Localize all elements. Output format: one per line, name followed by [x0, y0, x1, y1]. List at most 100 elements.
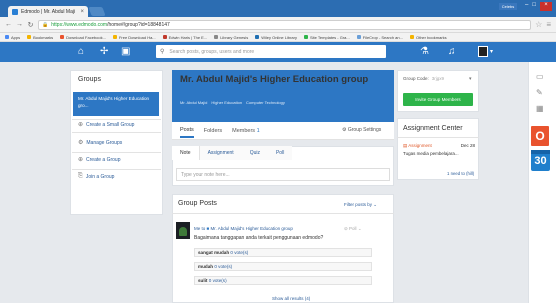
notifications-bell-icon[interactable]: ♫	[448, 46, 456, 57]
chevron-down-icon[interactable]: ▾	[490, 48, 493, 55]
apps-icon	[5, 35, 9, 39]
search-placeholder: Search posts, groups, users and more	[169, 48, 255, 55]
post-group-link[interactable]: Mr. Abdul Majid's Higher Education group	[211, 226, 293, 231]
url-text: https://www.edmodo.com/home#/group?id=18…	[51, 21, 170, 28]
close-window-icon[interactable]: ×	[540, 2, 552, 11]
bookmark-item[interactable]: Download Facebook...	[60, 35, 106, 40]
join-icon: ⎘	[78, 173, 83, 179]
tab-members[interactable]: Members 1	[232, 128, 260, 134]
user-avatar[interactable]	[478, 46, 488, 57]
divider	[72, 169, 161, 170]
tab-poll[interactable]: Poll	[267, 146, 293, 160]
divider	[397, 137, 479, 138]
page-icon	[255, 35, 260, 39]
bookmark-item[interactable]: Wiley Online Library	[255, 35, 297, 40]
poll-option[interactable]: sulit 0 vote(s)	[194, 276, 372, 285]
group-code: Group Code: 3rjgx9	[403, 76, 445, 81]
search-icon: ⚲	[160, 49, 165, 55]
divider	[72, 132, 161, 133]
pencil-icon[interactable]: ✎	[536, 88, 543, 97]
bookmark-bookmarks[interactable]: Bookmarks	[27, 35, 53, 40]
forward-icon[interactable]: →	[16, 21, 23, 28]
reload-icon[interactable]: ↻	[27, 21, 34, 29]
group-tag: Higher Education	[211, 100, 243, 105]
office-app-icon[interactable]: O	[531, 126, 549, 146]
bookmark-apps[interactable]: Apps	[5, 35, 20, 40]
page-icon	[214, 35, 219, 39]
members-count: 1	[256, 127, 260, 134]
folder-icon	[409, 35, 414, 39]
tab-assignment[interactable]: Assignment	[199, 146, 242, 160]
bookmark-star-icon[interactable]: ☆	[535, 20, 542, 29]
window-controls: – □ ×	[520, 2, 556, 11]
maximize-icon[interactable]: □	[532, 2, 536, 11]
url-field[interactable]: 🔒 https://www.edmodo.com/home#/group?id=…	[38, 19, 532, 30]
post-author-avatar[interactable]	[176, 222, 190, 239]
bookmark-item[interactable]: Library Genesis	[214, 35, 248, 40]
poll-icon: ⊘	[344, 226, 348, 231]
browser-tab[interactable]: Edmodo | Mr. Abdul Maji ×	[8, 6, 88, 17]
plus-circle-icon: ⊕	[78, 157, 84, 163]
divider	[72, 152, 161, 153]
assignment-icon: ▤	[403, 143, 408, 148]
tab-note[interactable]: Note	[172, 146, 200, 160]
group-title: Mr. Abdul Majid's Higher Education group	[180, 74, 369, 85]
backpack-icon[interactable]: ▣	[121, 46, 130, 57]
invite-group-members-button[interactable]: Invite Group Members	[403, 93, 473, 106]
active-group-item[interactable]: Mr. Abdul Majid's Higher Education gro..…	[73, 92, 159, 116]
manage-groups-link[interactable]: ⚙ Manage Groups	[78, 139, 122, 147]
tab-quiz[interactable]: Quiz	[241, 146, 268, 160]
calendar-icon[interactable]: 30	[531, 150, 550, 171]
home-icon[interactable]: ⌂	[78, 46, 84, 57]
join-group-link[interactable]: ⎘ Join a Group	[78, 173, 114, 180]
assignment-date: Dec 28	[460, 143, 475, 148]
plus-circle-icon: ⊕	[78, 122, 84, 128]
minimize-icon[interactable]: –	[525, 2, 528, 11]
groups-icon[interactable]: ✢	[100, 46, 108, 57]
assignment-description[interactable]: Tugas media pembelajara...	[403, 151, 459, 156]
note-input[interactable]: Type your note here...	[176, 168, 390, 181]
sidebar-box-icon[interactable]: ▭	[536, 72, 544, 81]
bookmark-item[interactable]: Site Templates - Gra...	[304, 35, 350, 40]
menu-icon[interactable]: ≡	[546, 20, 551, 29]
group-settings-button[interactable]: ⚙ Group Settings	[342, 127, 381, 133]
page-icon	[112, 35, 117, 39]
bookmark-other[interactable]: Other bookmarks	[409, 35, 447, 40]
badges-icon[interactable]: ⚗	[420, 46, 429, 57]
grid-icon[interactable]: ▦	[536, 104, 544, 113]
filter-posts-dropdown[interactable]: Filter posts by ⌄	[344, 202, 377, 208]
bookmark-item[interactable]: Edwin Haris | The E...	[162, 35, 207, 40]
group-tag: Mr. Abdul Majid	[180, 100, 208, 105]
edmodo-favicon-icon	[12, 8, 18, 15]
group-tag: Computer Technology	[246, 100, 285, 105]
group-posts-heading: Group Posts	[178, 200, 217, 207]
tab-folders[interactable]: Folders	[204, 128, 222, 134]
post-author-line: Me to ■ Mr. Abdul Majid's Higher Educati…	[194, 226, 293, 231]
chevron-down-icon[interactable]: ⌄	[358, 226, 362, 231]
divider	[72, 119, 161, 120]
chevron-down-icon: ⌄	[373, 202, 378, 207]
page-icon	[60, 35, 65, 39]
assignment-status[interactable]: 1 need to (hill)	[447, 171, 474, 176]
browser-tab-title: Edmodo | Mr. Abdul Maji	[21, 8, 76, 15]
page-icon	[356, 35, 361, 39]
browser-profile-badge[interactable]: Celebs	[499, 3, 517, 10]
gear-icon: ⚙	[342, 127, 347, 133]
page-icon	[162, 35, 167, 39]
bookmark-item[interactable]: Free Download Ha...	[112, 35, 156, 40]
close-tab-icon[interactable]: ×	[80, 9, 84, 15]
chevron-down-icon[interactable]: ▾	[469, 76, 472, 82]
poll-option[interactable]: sangat mudah 0 vote(s)	[194, 248, 372, 257]
create-small-group-link[interactable]: ⊕ Create a Small Group	[78, 121, 134, 129]
assignment-row[interactable]: ▤ Assignment Dec 28	[403, 143, 475, 149]
show-all-results-link[interactable]: Show all results (4)	[272, 296, 310, 301]
page-icon	[304, 35, 308, 39]
back-icon[interactable]: ←	[5, 21, 12, 28]
create-group-link[interactable]: ⊕ Create a Group	[78, 156, 121, 164]
search-input[interactable]: ⚲ Search posts, groups, users and more	[156, 45, 386, 58]
bookmark-item[interactable]: FileCrop - Search an...	[356, 35, 403, 40]
new-tab-button[interactable]	[88, 7, 106, 16]
poll-option[interactable]: mudah 0 vote(s)	[194, 262, 372, 271]
post-author[interactable]: Me to	[194, 226, 205, 231]
tab-posts[interactable]: Posts	[180, 127, 194, 138]
